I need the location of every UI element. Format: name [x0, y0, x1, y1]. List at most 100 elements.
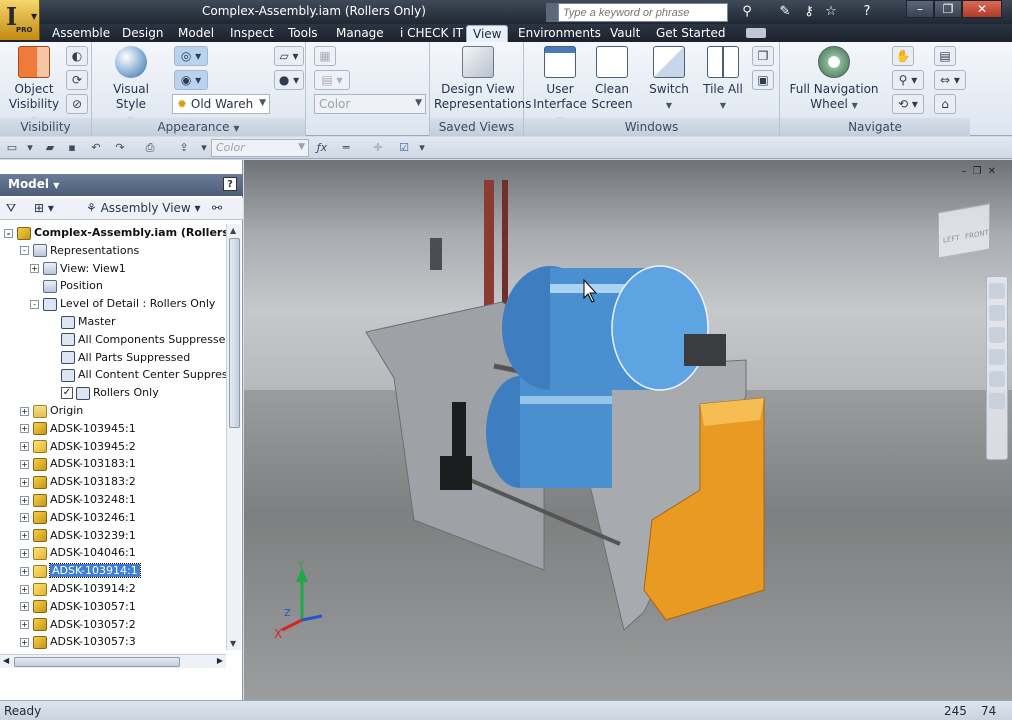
new-dropdown-icon[interactable]: ▾	[22, 140, 38, 156]
binoculars-icon[interactable]: ⚲	[738, 3, 756, 21]
tree-node[interactable]: + ADSK-103248:1	[20, 491, 136, 509]
tree-node[interactable]: + ADSK-103057:1	[20, 598, 136, 616]
tools-icon[interactable]: ✎	[776, 3, 794, 21]
switch-button[interactable]: Switch ▼	[644, 46, 694, 113]
tree-node[interactable]: + View: View1	[30, 260, 126, 278]
assembly-view-combo[interactable]: ⚘ Assembly View ▾	[86, 201, 201, 215]
reflections-icon[interactable]: ◉ ▾	[174, 70, 208, 90]
browser-horizontal-scrollbar[interactable]: ◀ ▶	[0, 654, 226, 668]
object-visibility-button[interactable]: Object Visibility ▼	[4, 46, 64, 128]
tab-tools[interactable]: Tools	[282, 25, 324, 42]
nav-orbit-icon[interactable]	[989, 349, 1005, 365]
expand-icon[interactable]: +	[20, 584, 29, 594]
ground-plane-icon[interactable]: ● ▾	[274, 70, 304, 90]
key-icon[interactable]: ⚷	[800, 3, 818, 21]
tree-node[interactable]: + ADSK-103945:1	[20, 420, 136, 438]
minimize-button[interactable]: –	[906, 0, 934, 18]
nav-full-wheel-icon[interactable]	[989, 283, 1005, 299]
expand-icon[interactable]: +	[20, 513, 29, 523]
tree-node[interactable]: - Level of Detail : Rollers Only	[30, 295, 215, 313]
nav-pan-icon[interactable]	[989, 305, 1005, 321]
expand-icon[interactable]: +	[20, 424, 29, 434]
tab-design[interactable]: Design	[116, 25, 169, 42]
rotate-icon[interactable]: ⟳	[66, 70, 88, 90]
tab-icheckit[interactable]: i CHECK IT	[394, 25, 469, 42]
viewport-window-controls[interactable]: –❐✕	[962, 166, 1002, 177]
tree-node[interactable]: - Representations	[20, 242, 139, 260]
expand-icon[interactable]: +	[20, 459, 29, 469]
home-view-icon[interactable]: ⌂	[934, 94, 956, 114]
browser-help-icon[interactable]: ?	[223, 177, 237, 191]
tree-node[interactable]: + ADSK-103914:2	[20, 580, 136, 598]
visual-style-button[interactable]: Visual Style▼	[98, 46, 164, 128]
nav-zoom-icon[interactable]	[989, 327, 1005, 343]
look-at-icon[interactable]: ▤	[934, 46, 956, 66]
browser-vertical-scrollbar[interactable]: ▲ ▼	[226, 224, 241, 650]
tree-node[interactable]: + ADSK-103239:1	[20, 527, 136, 545]
help-search-input[interactable]	[558, 3, 728, 22]
tab-inspect[interactable]: Inspect	[224, 25, 280, 42]
tree-node[interactable]: All Content Center Suppresse	[48, 366, 226, 384]
expand-icon[interactable]: +	[20, 602, 29, 612]
cascade-icon[interactable]: ❐	[752, 46, 774, 66]
tab-view[interactable]: View	[466, 25, 509, 42]
tree-node[interactable]: + ADSK-103246:1	[20, 509, 136, 527]
tab-vault[interactable]: Vault	[604, 25, 646, 42]
expand-icon[interactable]: +	[20, 620, 29, 630]
undo-icon[interactable]: ↶	[88, 140, 104, 156]
tree-node[interactable]: + Origin	[20, 402, 83, 420]
tree-node[interactable]: - Complex-Assembly.iam (Rollers On	[4, 224, 226, 242]
full-navigation-wheel-button[interactable]: Full Navigation Wheel ▼	[784, 46, 884, 113]
zoom-icon[interactable]: ⚲ ▾	[892, 70, 924, 90]
tree-node[interactable]: + ADSK-104046:1	[20, 544, 136, 562]
expand-icon[interactable]: +	[20, 548, 29, 558]
help-icon[interactable]: ?	[858, 3, 876, 21]
browser-header[interactable]: Model ▼ ?	[0, 174, 243, 196]
return-icon[interactable]: ⇪	[176, 140, 192, 156]
ribbon-display-toggle[interactable]	[746, 28, 766, 38]
hierarchy-icon[interactable]: ⊞ ▾	[34, 201, 54, 215]
tile-all-button[interactable]: Tile All ▼	[698, 46, 748, 113]
graphics-window[interactable]: –❐✕ LEFT FRONT Y X Z	[244, 160, 1012, 700]
design-view-representations-button[interactable]: Design View Representations	[434, 46, 531, 112]
collapse-icon[interactable]: -	[20, 246, 29, 256]
line-weight-icon[interactable]: ═	[338, 140, 354, 156]
sketch-icon[interactable]: ▱ ▾	[274, 46, 304, 66]
tree-node[interactable]: + ADSK-103183:1	[20, 455, 136, 473]
expand-icon[interactable]: +	[20, 531, 29, 541]
expand-icon[interactable]: +	[20, 566, 29, 576]
search-options-button[interactable]	[546, 3, 558, 22]
open-folder-icon[interactable]: ▰	[42, 140, 58, 156]
tree-node[interactable]: Master	[48, 313, 116, 331]
nav-look-at-icon[interactable]	[989, 371, 1005, 387]
tree-node[interactable]: + ADSK-103914:1	[20, 562, 141, 580]
tab-get-started[interactable]: Get Started	[650, 25, 732, 42]
qat-color-combo[interactable]: Color ▼	[211, 139, 309, 157]
tree-node[interactable]: + ADSK-103183:2	[20, 473, 136, 491]
expand-icon[interactable]: +	[20, 406, 29, 416]
tree-node[interactable]: All Components Suppressed	[48, 331, 226, 349]
no-symbol-icon[interactable]: ⊘	[66, 94, 88, 114]
collapse-icon[interactable]: -	[4, 228, 13, 238]
nav-section-icon[interactable]	[989, 393, 1005, 409]
maximize-button[interactable]: ❐	[934, 0, 962, 18]
orbit-icon[interactable]: ⟲ ▾	[892, 94, 924, 114]
application-menu-button[interactable]: I PRO ▼	[0, 0, 40, 40]
tab-model[interactable]: Model	[172, 25, 220, 42]
new-window-icon[interactable]: ▣	[752, 70, 774, 90]
collapse-icon[interactable]: -	[30, 299, 39, 309]
update-icon[interactable]: ▾	[196, 140, 212, 156]
function-icon[interactable]: ƒx	[314, 140, 330, 156]
panel-title-appearance[interactable]: Appearance ▼	[92, 118, 305, 136]
close-button[interactable]: ✕	[962, 0, 1002, 18]
tree-node[interactable]: + ADSK-103945:2	[20, 438, 136, 456]
tree-node[interactable]: Position	[30, 277, 103, 295]
checked-icon[interactable]: ☑	[396, 140, 412, 156]
tree-node[interactable]: All Parts Suppressed	[48, 349, 190, 367]
redo-icon[interactable]: ↷	[112, 140, 128, 156]
expand-icon[interactable]: +	[20, 637, 29, 647]
zoom-all-icon[interactable]: ⇔ ▾	[934, 70, 966, 90]
print-icon[interactable]: ⎙	[142, 140, 158, 156]
expand-icon[interactable]: +	[20, 495, 29, 505]
tree-node[interactable]: + ADSK-103057:2	[20, 616, 136, 634]
